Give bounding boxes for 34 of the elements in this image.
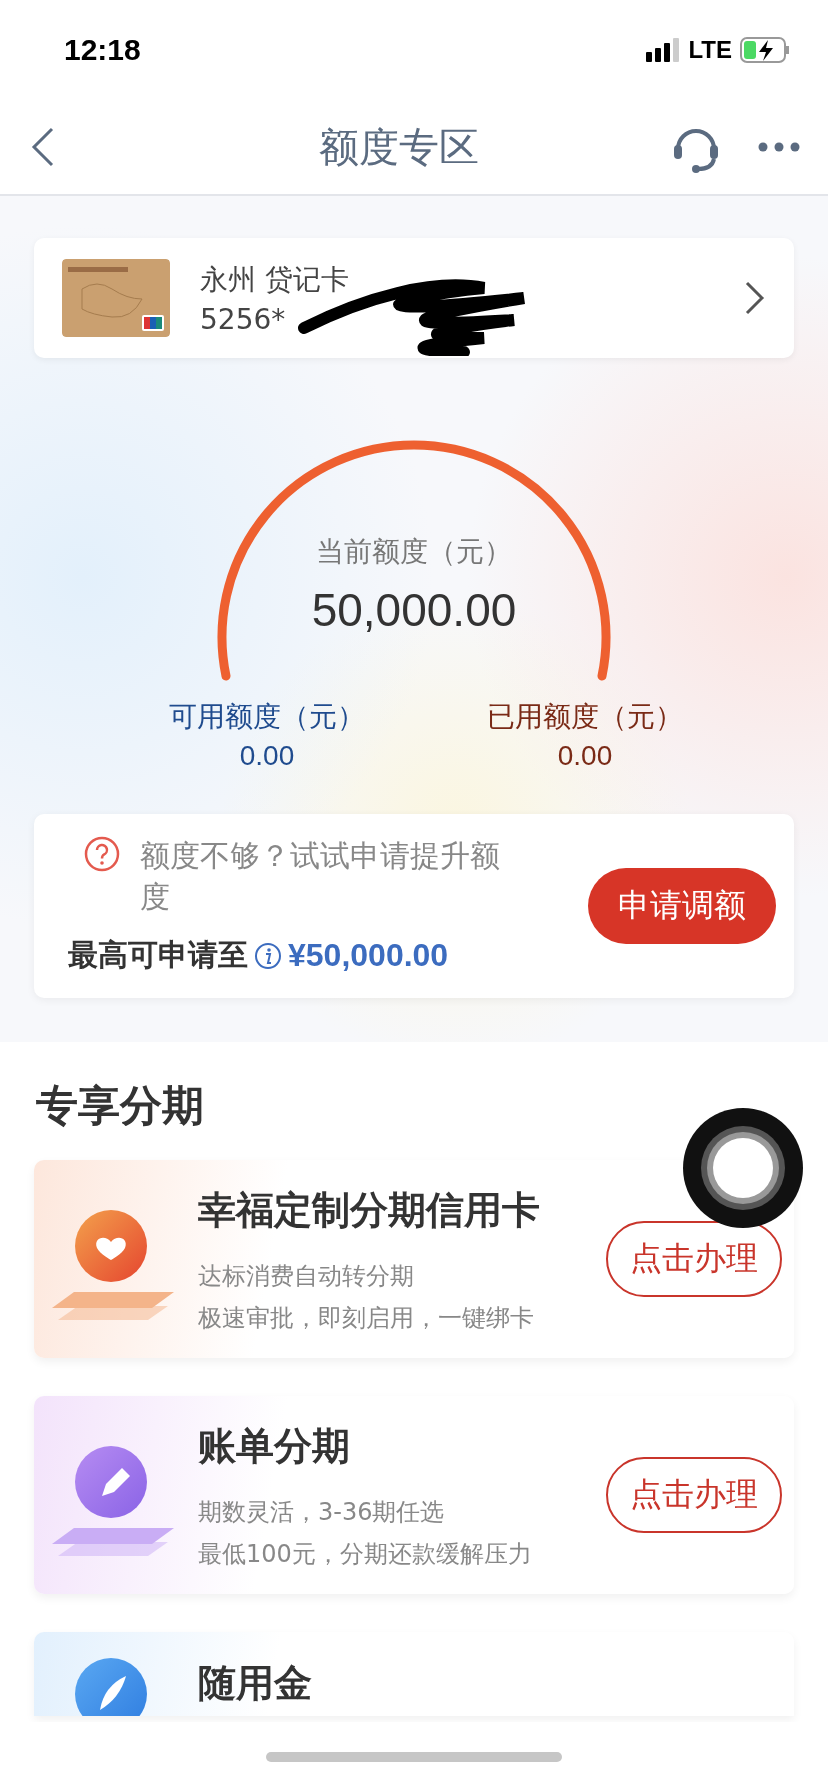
item-description: 达标消费自动转分期 bbox=[198, 1260, 415, 1292]
tip-text: 额度不够？试试申请提升额度 bbox=[140, 837, 501, 916]
help-icon bbox=[84, 836, 120, 872]
item-description: 最低100元，分期还款缓解压力 bbox=[198, 1538, 533, 1570]
network-label: LTE bbox=[688, 36, 732, 64]
more-icon[interactable] bbox=[758, 142, 800, 152]
item-description: 期数灵活，3-36期任选 bbox=[198, 1496, 446, 1528]
gauge-label: 当前额度（元） bbox=[316, 534, 512, 570]
max-label: 最高可申请至 bbox=[68, 936, 248, 974]
info-icon[interactable] bbox=[254, 941, 282, 970]
item-title: 账单分期 bbox=[198, 1422, 351, 1470]
max-amount: ¥50,000.00 bbox=[288, 937, 449, 974]
chevron-icon bbox=[744, 280, 766, 316]
item-title: 随用金 bbox=[198, 1660, 313, 1707]
clock: 12:18 bbox=[64, 33, 141, 67]
card-selector[interactable]: 永州 贷记卡 5256* bbox=[34, 238, 794, 358]
stat-label: 已用额度（元） bbox=[487, 699, 683, 735]
stat-label: 可用额度（元） bbox=[169, 699, 365, 735]
signal-icon bbox=[646, 38, 681, 62]
section-title: 专享分期 bbox=[35, 1080, 205, 1132]
apply-button[interactable]: 申请调额 bbox=[588, 868, 776, 944]
item-description: 极速审批，即刻启用，一键绑卡 bbox=[198, 1302, 535, 1334]
bank-card-icon bbox=[62, 259, 170, 337]
apply-button[interactable]: 点击办理 bbox=[606, 1221, 782, 1297]
item-title: 幸福定制分期信用卡 bbox=[198, 1186, 541, 1234]
card-number: 5256* bbox=[200, 302, 287, 336]
apply-button[interactable]: 点击办理 bbox=[606, 1457, 782, 1533]
credit-amount: 50,000.00 bbox=[311, 583, 517, 637]
battery-icon bbox=[740, 37, 790, 63]
page-title: 额度专区 bbox=[318, 122, 480, 172]
assistive-touch-button[interactable] bbox=[683, 1108, 803, 1228]
stat-value: 0.00 bbox=[557, 740, 613, 772]
card-name: 永州 贷记卡 bbox=[200, 261, 350, 298]
stat-value: 0.00 bbox=[239, 740, 295, 772]
